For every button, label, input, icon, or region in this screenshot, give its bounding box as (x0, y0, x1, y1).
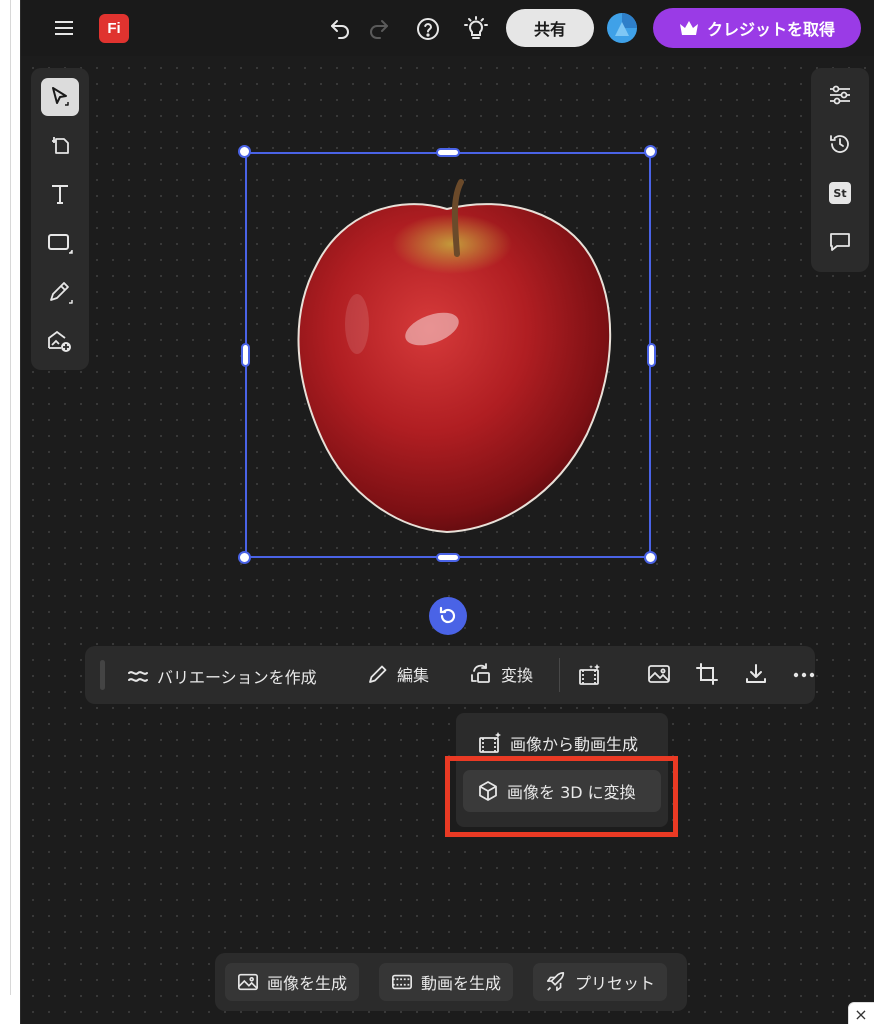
video-film-icon (392, 974, 412, 990)
history-icon (830, 135, 849, 153)
image-to-video-tool-button[interactable] (577, 662, 603, 688)
top-bar: Fi 共有 クレジットを取得 (21, 0, 874, 56)
select-tool[interactable] (41, 78, 79, 116)
download-button[interactable] (744, 662, 770, 688)
get-credits-label: クレジットを取得 (706, 20, 835, 39)
variation-wave-icon (128, 671, 148, 682)
crop-icon (696, 663, 718, 685)
bottom-generate-bar: 画像を生成 動画を生成 プリセット (215, 953, 687, 1011)
image-adjust-button[interactable] (647, 662, 673, 688)
toolbar-divider (559, 658, 560, 692)
close-chip[interactable]: × (848, 1002, 874, 1024)
resize-handle-top-left[interactable] (238, 145, 251, 158)
add-image-tool[interactable] (41, 322, 79, 360)
resize-handle-right[interactable] (647, 343, 656, 367)
rotate-icon (439, 606, 456, 624)
resize-handle-left[interactable] (241, 343, 250, 367)
frame-icon (52, 137, 69, 154)
image-icon (238, 973, 258, 991)
right-tool-panel: St (811, 68, 869, 272)
edit-pencil-icon (369, 665, 387, 683)
rocket-icon (546, 972, 565, 992)
resize-handle-bottom-left[interactable] (238, 551, 251, 564)
generate-image-label: 画像を生成 (267, 974, 348, 993)
add-image-icon (48, 330, 71, 352)
image-icon (648, 665, 670, 683)
stock-badge-text: St (833, 186, 847, 200)
close-icon: × (854, 1005, 868, 1024)
page-divider (10, 0, 11, 995)
crop-button[interactable] (695, 662, 721, 688)
app-logo-text: Fi (107, 20, 121, 37)
app-logo[interactable]: Fi (99, 14, 129, 43)
rectangle-icon (48, 234, 73, 254)
share-button-label: 共有 (533, 20, 566, 39)
crown-icon (679, 21, 698, 35)
text-tool[interactable] (41, 175, 79, 213)
undo-icon[interactable] (327, 16, 353, 42)
pen-tool[interactable] (41, 273, 79, 311)
highlight-annotation-box (445, 756, 678, 837)
create-variation-button[interactable]: バリエーションを作成 (127, 664, 317, 688)
stock-button[interactable]: St (821, 174, 859, 212)
page-left-strip (0, 0, 20, 1024)
get-credits-button[interactable]: クレジットを取得 (653, 8, 861, 48)
tips-lightbulb-icon[interactable] (463, 15, 489, 43)
more-dots-icon (793, 672, 815, 678)
transform-icon (471, 663, 490, 683)
context-toolbar: バリエーションを作成 編集 変換 (85, 646, 815, 704)
resize-handle-top[interactable] (436, 148, 460, 157)
redo-icon[interactable] (366, 16, 392, 42)
rectangle-tool[interactable] (41, 224, 79, 262)
pen-icon (50, 282, 73, 304)
history-button[interactable] (821, 125, 859, 163)
more-options-button[interactable] (791, 662, 817, 688)
comment-button[interactable] (821, 223, 859, 261)
resize-handle-top-right[interactable] (644, 145, 657, 158)
avatar[interactable] (607, 13, 637, 43)
stock-icon: St (829, 182, 851, 204)
create-variation-label: バリエーションを作成 (157, 668, 317, 687)
image-to-video-icon (579, 664, 600, 685)
edit-label: 編集 (397, 666, 430, 685)
transform-button[interactable]: 変換 (469, 662, 533, 686)
menu-item-image-to-video-label: 画像から動画生成 (510, 735, 639, 754)
generate-image-button[interactable]: 画像を生成 (225, 963, 360, 1001)
generate-video-button[interactable]: 動画を生成 (379, 963, 514, 1001)
toolbar-drag-handle[interactable] (100, 660, 105, 690)
text-icon (52, 185, 68, 204)
select-icon (52, 87, 69, 106)
selection-box (245, 152, 651, 558)
share-button[interactable]: 共有 (506, 9, 594, 47)
canvas[interactable]: St バリエーションを作成 編集 変換 画像から動画生成 画像を 3D に変換 … (21, 56, 874, 1024)
resize-handle-bottom-right[interactable] (644, 551, 657, 564)
image-to-video-icon (479, 732, 501, 753)
menu-item-image-to-video[interactable]: 画像から動画生成 (478, 731, 638, 755)
menu-icon[interactable] (53, 16, 77, 40)
left-tool-panel (31, 68, 89, 370)
edit-button[interactable]: 編集 (367, 662, 429, 686)
preset-button[interactable]: プリセット (533, 963, 668, 1001)
download-icon (746, 664, 766, 683)
comment-icon (830, 233, 850, 251)
adjust-button[interactable] (821, 76, 859, 114)
help-icon[interactable] (415, 16, 441, 42)
preset-label: プリセット (575, 974, 656, 993)
rotate-button[interactable] (429, 597, 467, 635)
generate-video-label: 動画を生成 (421, 974, 502, 993)
app-window: Fi 共有 クレジットを取得 St バリエーションを作成 編集 変換 画像から動… (20, 0, 874, 1024)
frame-tool[interactable] (41, 126, 79, 164)
transform-label: 変換 (501, 666, 534, 685)
resize-handle-bottom[interactable] (436, 553, 460, 562)
adjust-icon (830, 85, 850, 105)
